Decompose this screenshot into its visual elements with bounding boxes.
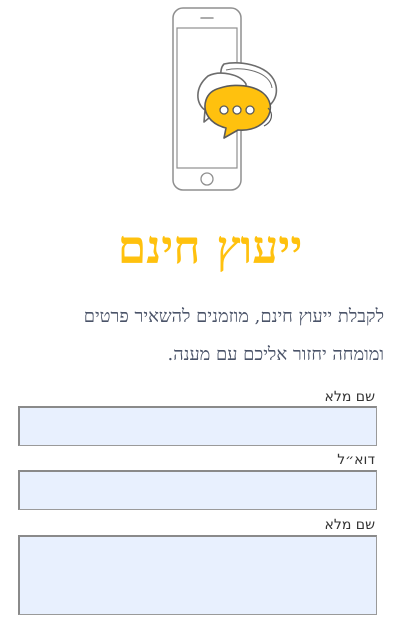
page: ייעוץ חינם לקבלת ייעוץ חינם, מוזמנים להש… bbox=[0, 0, 420, 626]
contact-form: שם מלא דוא״ל שם מלא bbox=[0, 0, 420, 626]
message-textarea[interactable] bbox=[18, 535, 377, 615]
email-input[interactable] bbox=[18, 470, 377, 510]
message-label: שם מלא bbox=[324, 517, 375, 533]
full-name-input[interactable] bbox=[18, 406, 377, 446]
full-name-label: שם מלא bbox=[324, 389, 375, 405]
email-label: דוא״ל bbox=[337, 452, 375, 468]
